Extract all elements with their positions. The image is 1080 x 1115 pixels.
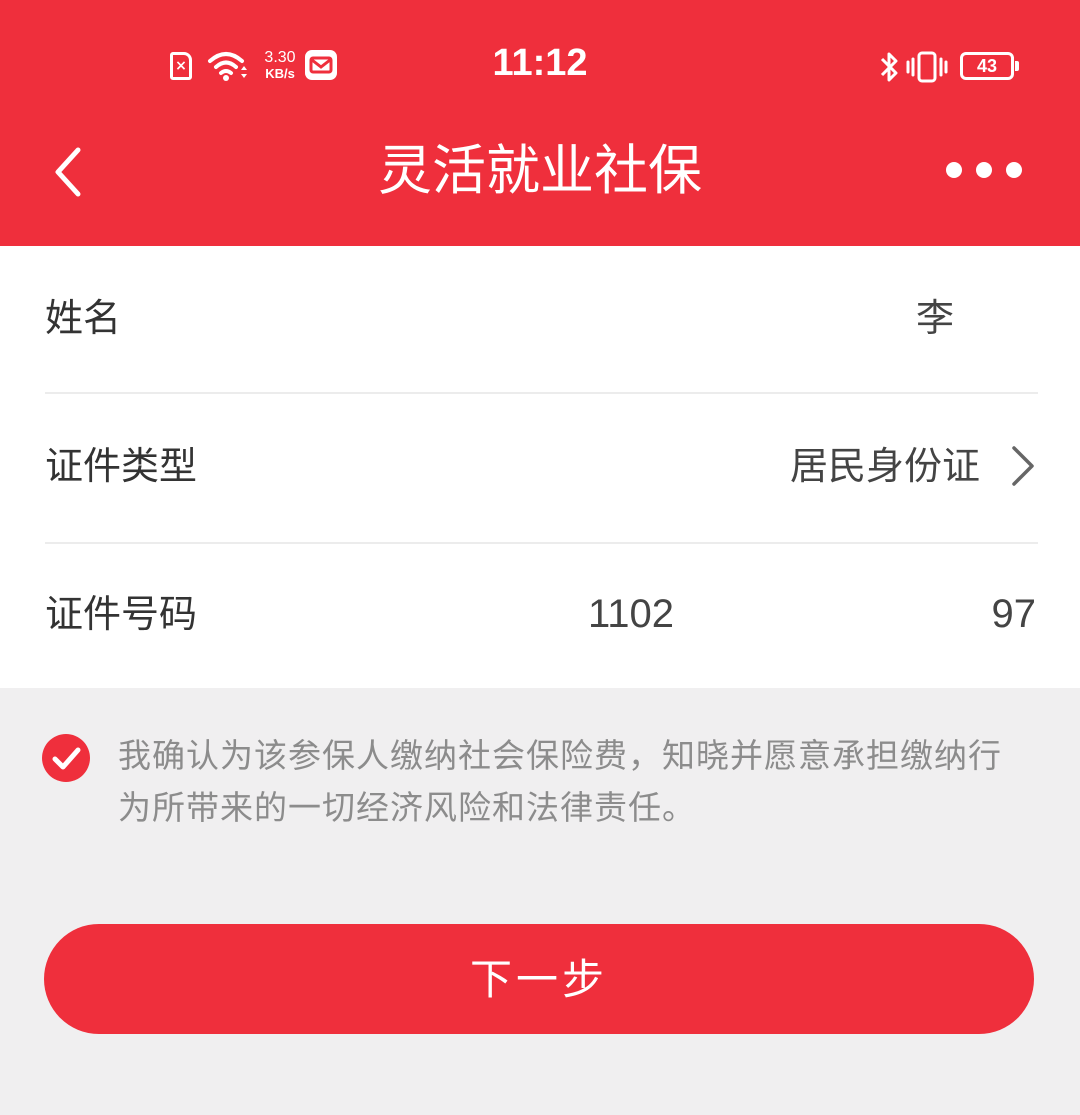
- insured-person-form: 姓名 李 证件类型 居民身份证 证件号码 1102 97: [0, 246, 1080, 688]
- more-dot: [1006, 162, 1022, 178]
- next-step-button[interactable]: 下一步: [44, 924, 1034, 1034]
- app-header: × 3.30 KB/s 11:12 43 灵活就业社保: [0, 0, 1080, 246]
- name-row[interactable]: 姓名 李: [45, 246, 1038, 394]
- id-type-row[interactable]: 证件类型 居民身份证: [45, 394, 1038, 542]
- more-dot: [976, 162, 992, 178]
- back-chevron-icon[interactable]: [40, 140, 100, 204]
- page-title: 灵活就业社保: [378, 139, 702, 202]
- bluetooth-icon: [880, 52, 898, 82]
- chevron-right-icon: [1012, 446, 1034, 486]
- network-speed: 3.30 KB/s: [258, 49, 302, 82]
- sim-error-icon: ×: [170, 52, 192, 80]
- agreement-checkbox-icon[interactable]: [42, 734, 90, 782]
- agreement-text: 我确认为该参保人缴纳社会保险费，知晓并愿意承担缴纳行为所带来的一切经济风险和法律…: [118, 736, 1002, 827]
- mail-icon: [305, 50, 337, 80]
- status-bar: × 3.30 KB/s 11:12 43: [0, 0, 1080, 130]
- id-number-prefix: 1102: [588, 592, 675, 636]
- name-value: 李: [915, 296, 954, 340]
- id-number-suffix: 97: [991, 592, 1037, 636]
- network-speed-value: 3.30: [264, 49, 296, 66]
- more-dot: [946, 162, 962, 178]
- more-dots-icon[interactable]: [940, 150, 1030, 190]
- name-label: 姓名: [45, 296, 122, 340]
- id-number-row[interactable]: 证件号码 1102 97: [45, 542, 1038, 690]
- battery-tip: [1015, 61, 1019, 71]
- network-speed-unit: KB/s: [265, 66, 295, 81]
- id-type-label: 证件类型: [45, 444, 198, 488]
- battery-level: 43: [960, 52, 1014, 80]
- status-time: 11:12: [492, 42, 588, 84]
- id-type-value: 居民身份证: [789, 444, 980, 488]
- battery-icon: 43: [960, 52, 1020, 80]
- id-number-label: 证件号码: [45, 592, 198, 636]
- wifi-icon: [208, 52, 247, 81]
- vibrate-icon: [906, 51, 948, 83]
